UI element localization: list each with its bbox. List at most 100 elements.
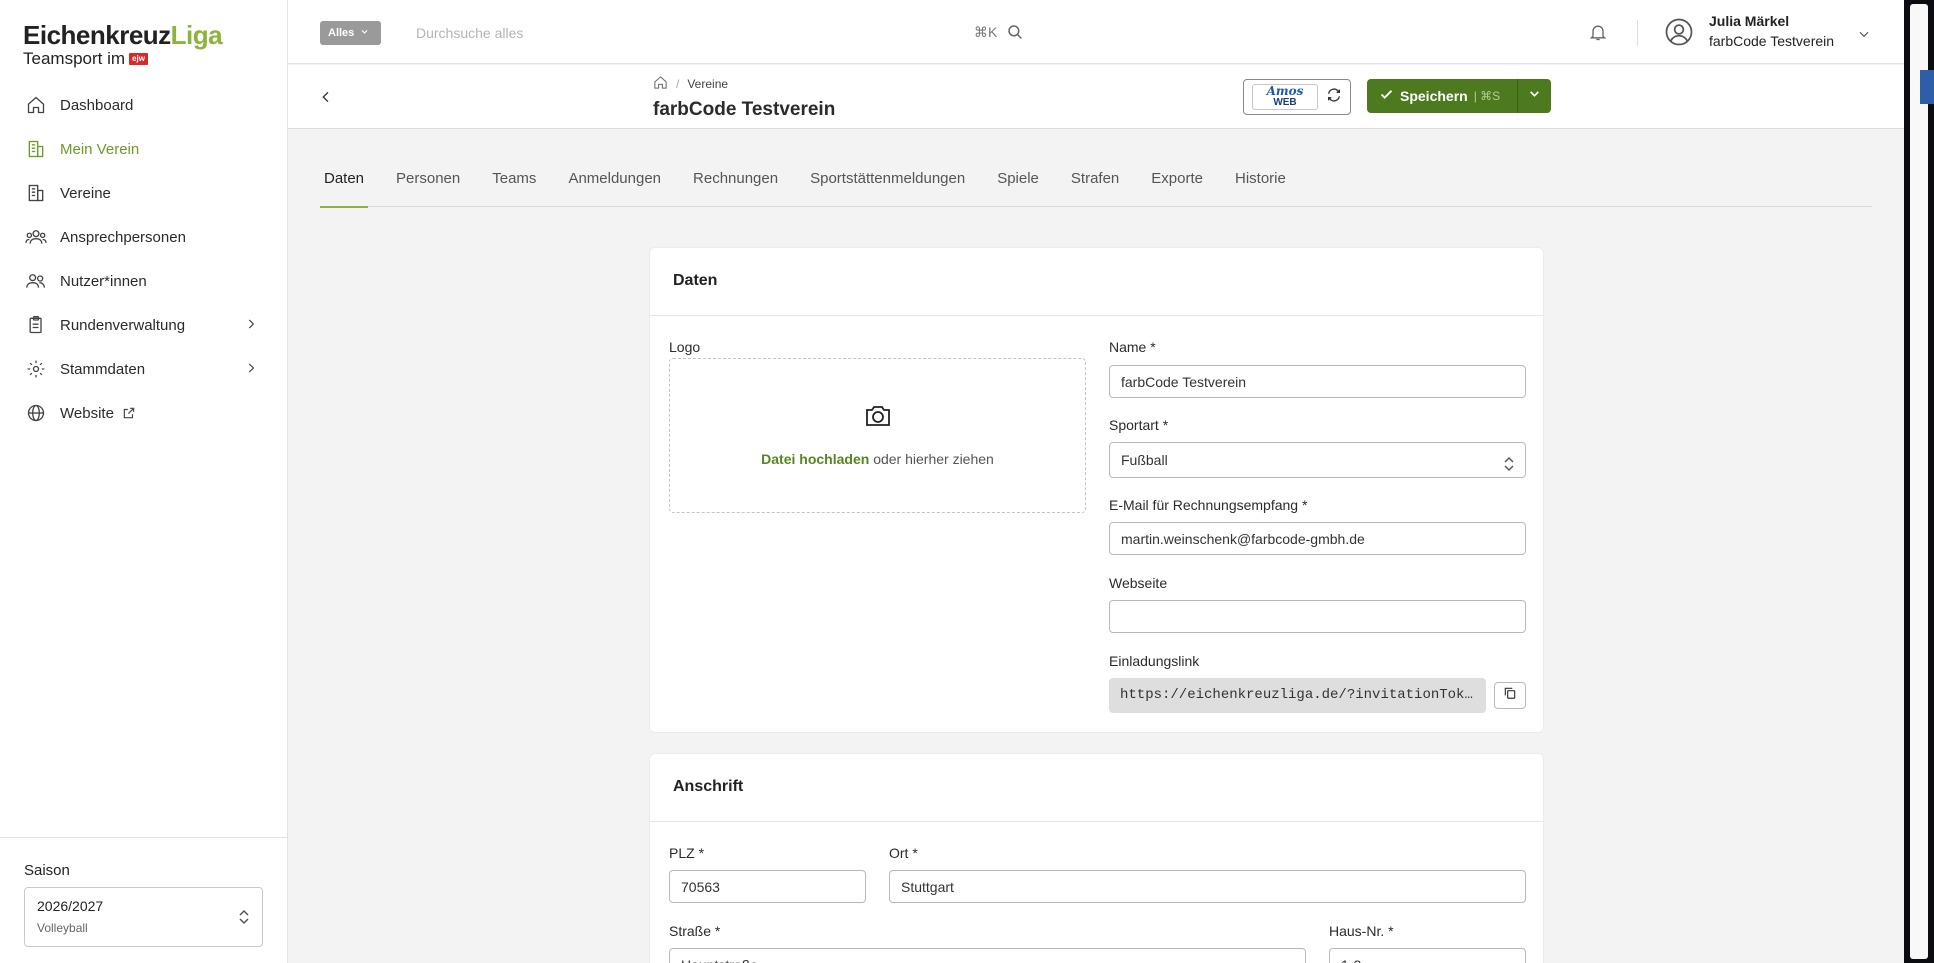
search-icon[interactable] (1006, 23, 1024, 46)
name-label: Name * (1109, 339, 1156, 355)
website-label: Webseite (1109, 575, 1168, 591)
sidebar-item-website[interactable]: Website (0, 391, 288, 435)
sidebar-item-label: Dashboard (60, 96, 134, 114)
zip-field[interactable] (669, 870, 866, 903)
upload-link[interactable]: Datei hochladen (761, 451, 869, 467)
invite-label: Einladungslink (1109, 653, 1200, 669)
tab-bar: Daten Personen Teams Anmeldungen Rechnun… (320, 160, 1872, 208)
updown-icon (1503, 451, 1515, 485)
breadcrumb-vereine[interactable]: Vereine (687, 77, 728, 91)
sidebar: EichenkreuzLiga Teamsport im ejw Dashboar… (0, 0, 288, 963)
email-field[interactable] (1109, 522, 1526, 555)
tab-rechnungen[interactable]: Rechnungen (689, 160, 782, 207)
data-card-title: Daten (650, 248, 1543, 316)
amos-web-logo: Amos WEB (1252, 84, 1318, 110)
season-select[interactable]: 2026/2027 Volleyball (24, 887, 263, 947)
search-scope-button[interactable]: Alles (320, 21, 382, 45)
buildings-icon (25, 182, 47, 204)
season-label: Saison (24, 862, 70, 879)
sidebar-item-vereine[interactable]: Vereine (0, 171, 288, 215)
sidebar-item-label: Nutzer*innen (60, 272, 147, 290)
sidebar-nav: Dashboard Mein Verein Vereine Ansprechpe… (0, 83, 288, 435)
user-avatar-icon[interactable] (1664, 17, 1694, 52)
chevron-down-icon[interactable] (1857, 27, 1871, 46)
users-group-icon (25, 226, 47, 248)
tab-strafen[interactable]: Strafen (1067, 160, 1123, 207)
brand-name-dark: Eichenkreuz (23, 20, 171, 50)
sidebar-item-mein-verein[interactable]: Mein Verein (0, 127, 288, 171)
brand-name-accent: Liga (170, 20, 223, 50)
chevron-right-icon (244, 317, 258, 335)
houseno-label: Haus-Nr. * (1329, 923, 1394, 939)
amos-sync-button[interactable]: Amos WEB (1243, 79, 1351, 115)
season-section: Saison 2026/2027 Volleyball (0, 837, 288, 963)
season-value: 2026/2027 (37, 898, 104, 914)
tab-daten[interactable]: Daten (320, 160, 369, 208)
address-card-title: Anschrift (650, 754, 1543, 822)
tab-sportstaettenmeldungen[interactable]: Sportstättenmeldungen (806, 160, 969, 207)
tab-anmeldungen[interactable]: Anmeldungen (564, 160, 665, 207)
sport-label: Sportart * (1109, 417, 1169, 433)
user-club[interactable]: farbCode Testverein (1709, 33, 1834, 49)
season-sport: Volleyball (37, 921, 88, 935)
search-shortcut: ⌘K (974, 24, 998, 40)
tab-historie[interactable]: Historie (1231, 160, 1290, 207)
sidebar-item-rundenverwaltung[interactable]: Rundenverwaltung (0, 303, 288, 347)
search-input[interactable] (416, 18, 956, 48)
save-label: Speichern (1400, 88, 1468, 104)
users-icon (25, 270, 47, 292)
sidebar-item-dashboard[interactable]: Dashboard (0, 83, 288, 127)
houseno-field[interactable] (1329, 948, 1526, 963)
page-header: / Vereine farbCode Testverein Amos WEB S… (288, 65, 1904, 129)
check-icon (1379, 87, 1394, 105)
sidebar-item-nutzerinnen[interactable]: Nutzer*innen (0, 259, 288, 303)
gear-icon (25, 358, 47, 380)
chevron-down-icon (1528, 87, 1541, 105)
home-icon[interactable] (653, 75, 668, 93)
amos-logo-line1: Amos (1266, 84, 1304, 98)
updown-icon (238, 908, 250, 931)
save-shortcut: ⌘S (1480, 89, 1501, 103)
city-field[interactable] (889, 870, 1526, 903)
website-field[interactable] (1109, 600, 1526, 633)
sidebar-item-label: Ansprechpersonen (60, 228, 186, 246)
window-scrollbar[interactable] (1910, 4, 1928, 959)
breadcrumb: / Vereine (653, 75, 728, 93)
breadcrumb-separator: / (676, 77, 680, 91)
topbar-divider (1637, 20, 1638, 46)
refresh-icon (1326, 87, 1342, 108)
external-link-icon (122, 406, 136, 420)
globe-icon (25, 402, 47, 424)
save-button[interactable]: Speichern | ⌘S (1367, 79, 1517, 113)
tab-spiele[interactable]: Spiele (993, 160, 1043, 207)
zip-label: PLZ * (669, 845, 705, 861)
sidebar-item-label: Vereine (60, 184, 111, 202)
user-name[interactable]: Julia Märkel (1709, 13, 1789, 29)
sidebar-item-stammdaten[interactable]: Stammdaten (0, 347, 288, 391)
street-label: Straße * (669, 923, 721, 939)
sport-select[interactable]: Fußball (1109, 442, 1526, 478)
camera-icon (864, 403, 892, 434)
name-field[interactable] (1109, 365, 1526, 398)
bell-icon[interactable] (1588, 22, 1608, 47)
back-arrow-icon[interactable] (318, 89, 334, 110)
search-scope-label: Alles (328, 27, 355, 39)
sidebar-item-ansprechpersonen[interactable]: Ansprechpersonen (0, 215, 288, 259)
tab-exporte[interactable]: Exporte (1147, 160, 1207, 207)
brand-tagline: Teamsport im (23, 49, 126, 68)
building-icon (25, 138, 47, 160)
brand-logo[interactable]: EichenkreuzLiga Teamsport im ejw (23, 20, 223, 68)
street-field[interactable] (669, 948, 1306, 963)
tab-personen[interactable]: Personen (392, 160, 464, 207)
copy-icon (1503, 686, 1517, 705)
logo-dropzone[interactable]: Datei hochladen oder hierher ziehen (669, 358, 1086, 513)
sidebar-item-label: Rundenverwaltung (60, 316, 186, 334)
invite-link-field[interactable]: https://eichenkreuzliga.de/?invitationTo… (1109, 678, 1486, 713)
copy-button[interactable] (1494, 682, 1526, 709)
home-icon (25, 94, 47, 116)
tab-teams[interactable]: Teams (488, 160, 540, 207)
logo-label: Logo (669, 339, 701, 355)
address-card: Anschrift PLZ * Ort * Straße * Haus-Nr. … (649, 753, 1544, 963)
data-card: Daten Logo Datei hochladen oder hierher … (649, 247, 1544, 733)
save-options-button[interactable] (1517, 79, 1551, 113)
